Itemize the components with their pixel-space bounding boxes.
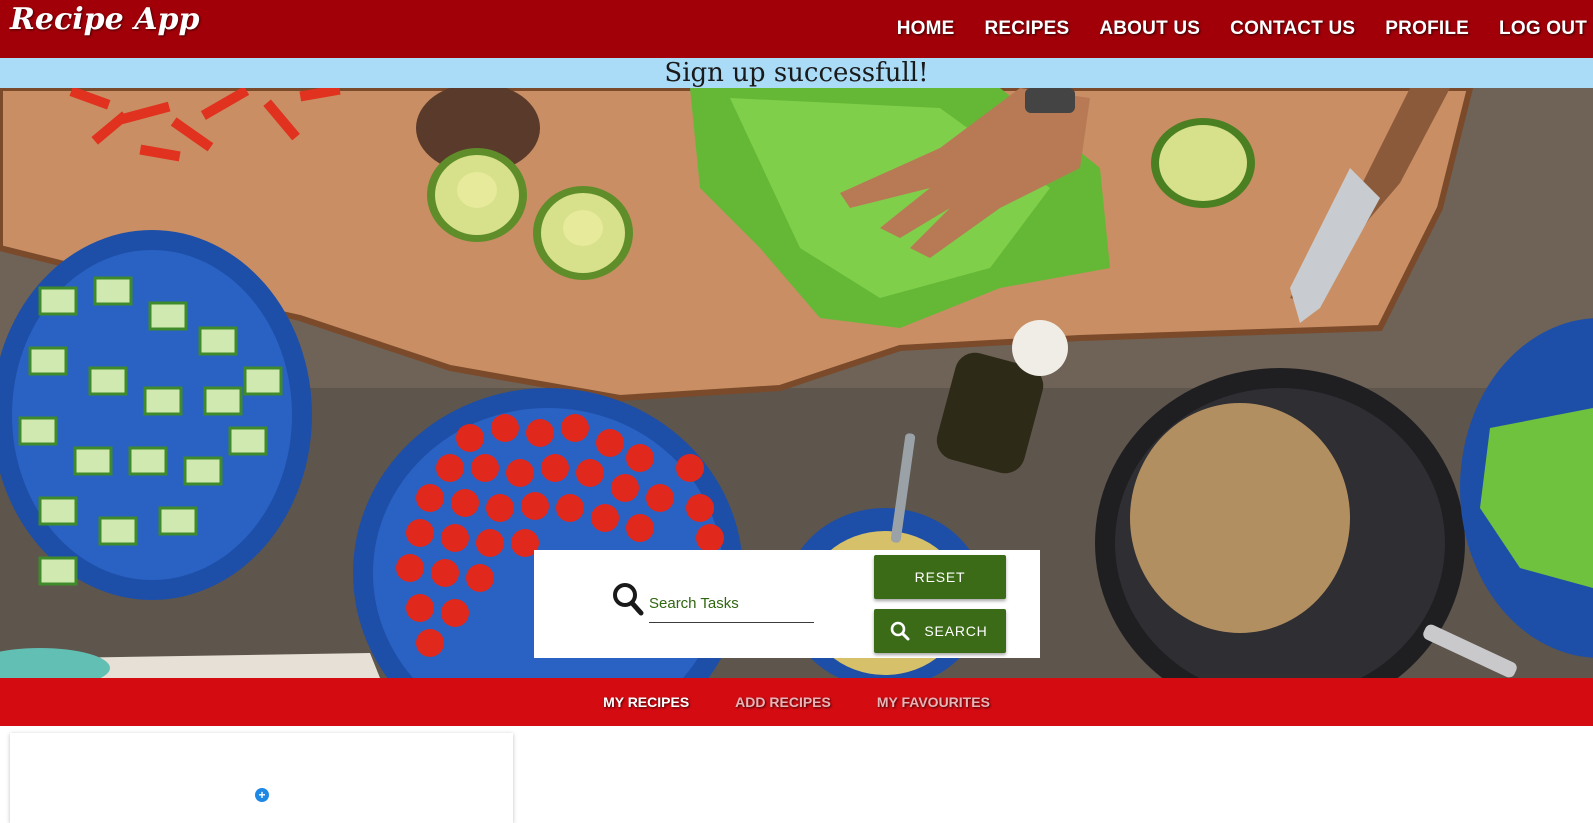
reset-button-label: RESET <box>914 569 966 585</box>
nav-logout-link[interactable]: LOG OUT <box>1499 18 1587 40</box>
plus-circle-icon[interactable]: + <box>255 788 269 802</box>
subnav-my-recipes[interactable]: MY RECIPES <box>603 694 689 710</box>
search-field <box>649 588 814 623</box>
search-input[interactable] <box>649 588 814 618</box>
nav-links: HOME RECIPES ABOUT US CONTACT US PROFILE… <box>897 0 1593 58</box>
nav-profile-link[interactable]: PROFILE <box>1385 18 1469 40</box>
nav-recipes-link[interactable]: RECIPES <box>985 18 1070 40</box>
reset-button[interactable]: RESET <box>874 555 1006 599</box>
subnav-add-recipes[interactable]: ADD RECIPES <box>735 694 831 710</box>
flash-message-text: Sign up successfull! <box>664 58 929 88</box>
search-panel: RESET SEARCH <box>534 550 1040 658</box>
recipe-card: + <box>10 733 513 823</box>
search-button-label: SEARCH <box>924 623 988 639</box>
nav-about-link[interactable]: ABOUT US <box>1099 18 1200 40</box>
recipe-subnav: MY RECIPES ADD RECIPES MY FAVOURITES <box>0 678 1593 726</box>
hero-image: RESET SEARCH <box>0 88 1593 678</box>
search-button[interactable]: SEARCH <box>874 609 1006 653</box>
flash-message-bar: Sign up successfull! <box>0 58 1593 88</box>
nav-home-link[interactable]: HOME <box>897 18 955 40</box>
subnav-my-favourites[interactable]: MY FAVOURITES <box>877 694 990 710</box>
top-navbar: Recipe App HOME RECIPES ABOUT US CONTACT… <box>0 0 1593 58</box>
nav-contact-link[interactable]: CONTACT US <box>1230 18 1355 40</box>
app-logo[interactable]: Recipe App <box>10 2 199 37</box>
